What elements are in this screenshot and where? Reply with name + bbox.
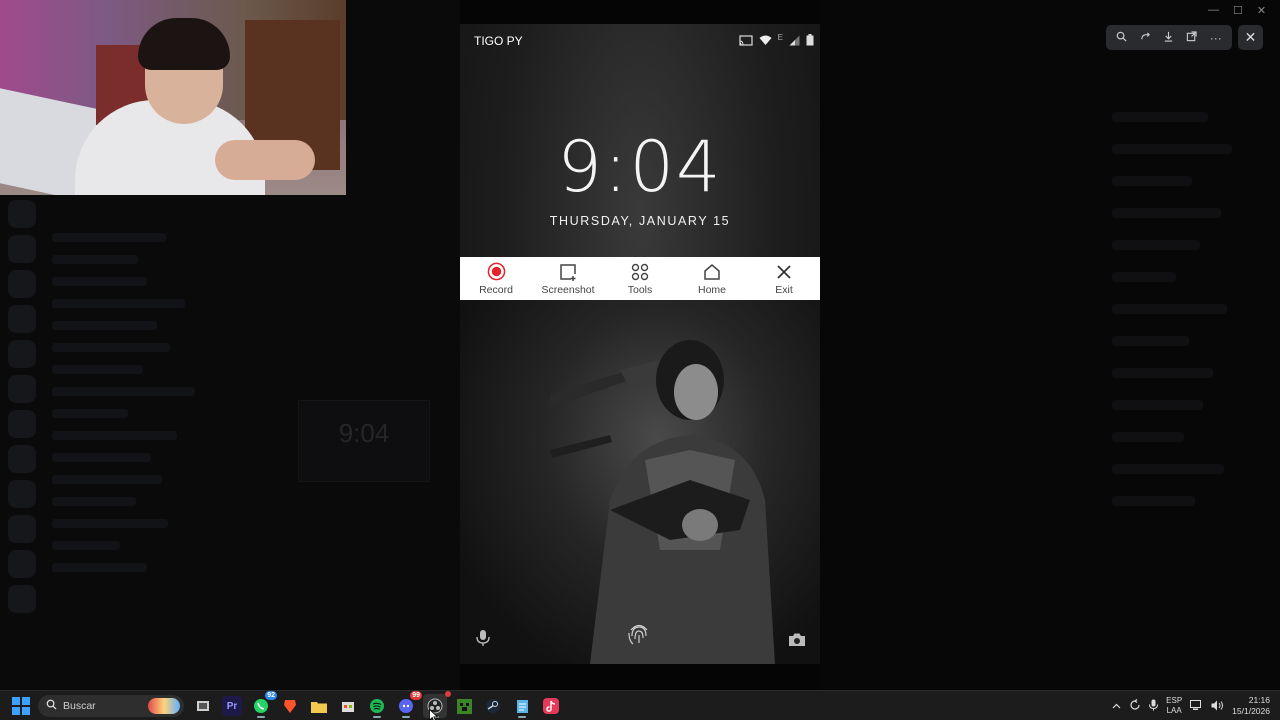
language-indicator[interactable]: ESP LAA bbox=[1166, 696, 1182, 716]
screenshot-label: Screenshot bbox=[541, 283, 595, 296]
fingerprint-icon[interactable] bbox=[626, 621, 652, 652]
sync-icon[interactable] bbox=[1129, 699, 1141, 713]
search-label: Buscar bbox=[63, 700, 96, 712]
minecraft-icon[interactable] bbox=[452, 694, 476, 718]
record-button[interactable]: Record bbox=[460, 262, 532, 296]
taskbar-apps: Pr 92 99 bbox=[191, 691, 563, 718]
search-icon bbox=[46, 699, 57, 713]
minimize-icon[interactable]: — bbox=[1208, 4, 1219, 17]
phone-lockscreen: TIGO PY E 9:04 THURSDAY, JANUARY 15 Reco… bbox=[460, 24, 820, 664]
recorder-toolbar: Record Screenshot Tools Home Exit bbox=[460, 257, 820, 300]
viewer-toolbar: ··· bbox=[1106, 25, 1232, 50]
home-icon bbox=[676, 262, 748, 282]
home-button[interactable]: Home bbox=[676, 262, 748, 296]
windows-logo-icon bbox=[12, 697, 20, 705]
start-button[interactable] bbox=[12, 697, 30, 715]
mouse-cursor-icon bbox=[429, 708, 439, 720]
keyboard-layout: LAA bbox=[1166, 706, 1182, 715]
exit-button[interactable]: Exit bbox=[748, 262, 820, 296]
maximize-icon[interactable]: ☐ bbox=[1233, 4, 1243, 17]
whatsapp-badge: 92 bbox=[265, 691, 277, 700]
whatsapp-icon[interactable]: 92 bbox=[249, 691, 277, 718]
notepad-icon[interactable] bbox=[510, 694, 534, 718]
zoom-icon[interactable] bbox=[1116, 31, 1127, 44]
taskbar: Buscar Pr 92 99 ESP LAA 21:16 15/1/2026 bbox=[0, 690, 1280, 720]
camera-icon[interactable] bbox=[788, 632, 806, 652]
file-explorer-icon[interactable] bbox=[307, 694, 331, 718]
chevron-up-icon[interactable] bbox=[1112, 701, 1121, 711]
screenshot-icon bbox=[532, 262, 604, 282]
background-preview-time: 9:04 bbox=[338, 418, 390, 448]
microphone-icon[interactable] bbox=[1149, 699, 1159, 713]
cast-icon bbox=[739, 34, 753, 46]
battery-icon bbox=[806, 34, 814, 46]
clock-date: 15/1/2026 bbox=[1232, 706, 1270, 716]
channel-list bbox=[52, 220, 242, 660]
spotify-icon[interactable] bbox=[365, 694, 389, 718]
home-label: Home bbox=[697, 283, 726, 296]
more-icon[interactable]: ··· bbox=[1210, 32, 1222, 44]
status-icons: E bbox=[739, 32, 814, 46]
tiktok-icon[interactable] bbox=[539, 694, 563, 718]
desktop: 9:04 — ☐ ✕ ··· ✕ TIGO PY E 9:04 THURSDAY… bbox=[0, 0, 1280, 720]
viewer-close-button[interactable]: ✕ bbox=[1238, 25, 1263, 50]
store-icon[interactable] bbox=[336, 694, 360, 718]
voice-assistant-icon[interactable] bbox=[476, 629, 490, 652]
language-code: ESP bbox=[1166, 696, 1183, 705]
open-external-icon[interactable] bbox=[1186, 31, 1197, 44]
tools-button[interactable]: Tools bbox=[604, 262, 676, 296]
signal-icon bbox=[789, 35, 800, 46]
window-controls: — ☐ ✕ bbox=[1208, 4, 1266, 17]
carrier-label: TIGO PY bbox=[474, 34, 523, 48]
system-tray: ESP LAA 21:16 15/1/2026 bbox=[1112, 691, 1270, 720]
lockscreen-wallpaper bbox=[460, 300, 820, 664]
premiere-pro-icon[interactable]: Pr bbox=[222, 696, 242, 716]
brave-browser-icon[interactable] bbox=[278, 694, 302, 718]
network-icon[interactable] bbox=[1190, 699, 1203, 713]
member-list bbox=[1112, 90, 1272, 528]
taskbar-clock[interactable]: 21:16 15/1/2026 bbox=[1232, 695, 1270, 717]
steam-icon[interactable] bbox=[481, 694, 505, 718]
download-icon[interactable] bbox=[1163, 31, 1174, 44]
record-icon bbox=[460, 262, 532, 282]
singer-photo bbox=[550, 340, 775, 664]
discord-badge: 99 bbox=[410, 691, 422, 700]
window-close-icon[interactable]: ✕ bbox=[1257, 4, 1266, 17]
network-type-label: E bbox=[777, 32, 783, 42]
search-highlight-icon bbox=[148, 698, 180, 714]
lockscreen-date: THURSDAY, JANUARY 15 bbox=[549, 214, 731, 228]
exit-label: Exit bbox=[775, 283, 793, 296]
wifi-icon bbox=[759, 35, 772, 46]
lockscreen-clock: 9:04 bbox=[557, 126, 723, 208]
discord-icon[interactable]: 99 bbox=[394, 691, 422, 718]
clock-time: 21:16 bbox=[1248, 695, 1270, 705]
recording-dot-icon bbox=[445, 691, 451, 697]
screenshot-button[interactable]: Screenshot bbox=[532, 262, 604, 296]
redo-icon[interactable] bbox=[1140, 31, 1151, 44]
server-rail bbox=[8, 200, 40, 680]
search-box[interactable]: Buscar bbox=[38, 695, 184, 717]
tools-grid-icon bbox=[604, 262, 676, 282]
task-view-icon[interactable] bbox=[191, 694, 215, 718]
close-icon bbox=[748, 262, 820, 282]
webcam-overlay bbox=[0, 0, 346, 195]
tools-label: Tools bbox=[627, 283, 653, 296]
record-label: Record bbox=[479, 283, 513, 296]
volume-icon[interactable] bbox=[1211, 700, 1224, 713]
